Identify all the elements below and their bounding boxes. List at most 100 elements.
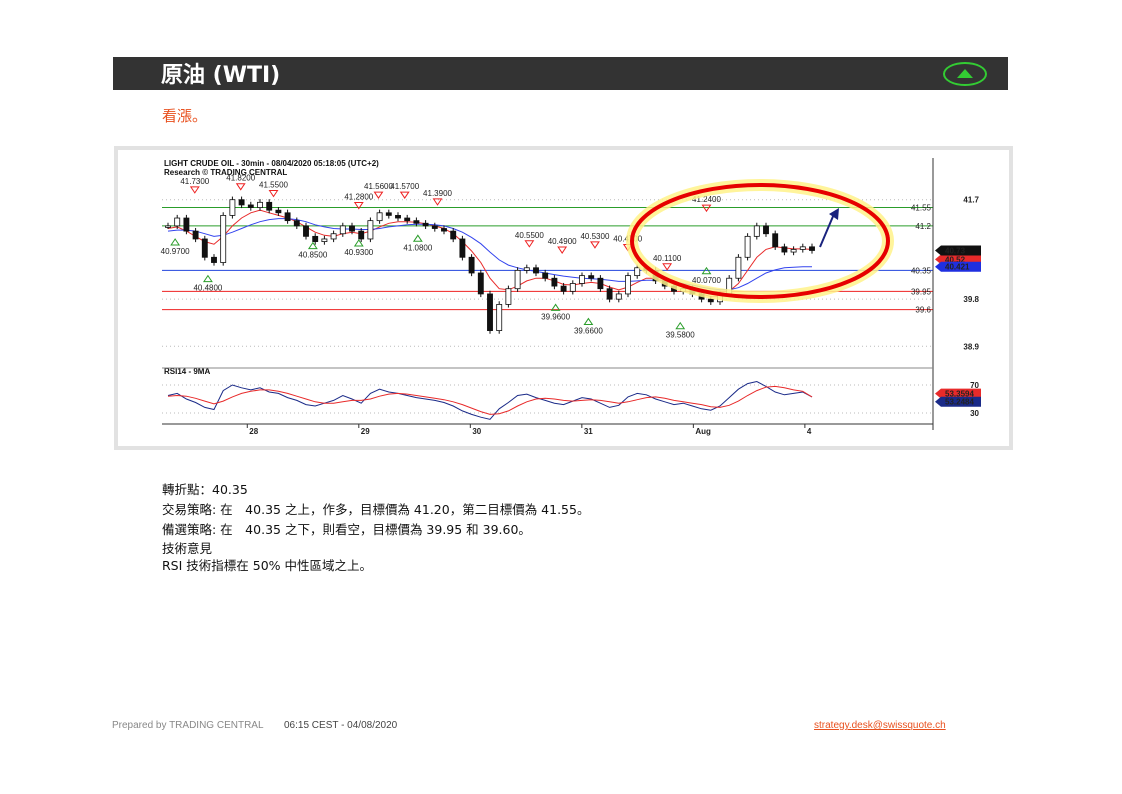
candle xyxy=(459,238,466,258)
candle xyxy=(487,293,493,331)
swing-low-label: 40.9300 xyxy=(344,248,373,257)
swing-low-label: 39.9600 xyxy=(541,312,570,321)
candle xyxy=(763,225,769,235)
level-label: 39.6 xyxy=(915,306,931,315)
candle xyxy=(413,220,420,224)
comment-title: 技術意見 xyxy=(162,541,213,556)
candle xyxy=(505,288,512,305)
x-tick-label: Aug xyxy=(695,427,711,436)
candle xyxy=(257,201,263,208)
page-title: 原油 (WTI) xyxy=(161,63,281,88)
candle xyxy=(615,293,622,300)
candle xyxy=(220,215,227,263)
candle xyxy=(349,225,355,232)
swing-low-label: 39.6600 xyxy=(574,327,603,336)
x-tick-label: 30 xyxy=(472,427,481,436)
candle xyxy=(625,275,631,295)
y-tick-label: 41.7 xyxy=(963,196,979,205)
level-label: 40.35 xyxy=(911,266,932,275)
candle xyxy=(790,249,797,253)
swing-low-label: 39.5800 xyxy=(666,331,695,340)
candle xyxy=(477,272,484,295)
candle xyxy=(330,233,337,240)
candle xyxy=(174,217,181,227)
candle xyxy=(634,267,641,277)
candle xyxy=(229,199,236,216)
candle xyxy=(753,225,760,237)
candle xyxy=(312,235,319,242)
footer-email-link[interactable]: strategy.desk@swissquote.ch xyxy=(814,720,946,731)
swing-high-label: 41.5600 xyxy=(364,182,393,191)
candle xyxy=(441,228,447,232)
candle xyxy=(496,304,503,331)
chart-title: LIGHT CRUDE OIL - 30min - 08/04/2020 05:… xyxy=(164,159,379,168)
candle xyxy=(588,275,595,279)
candle xyxy=(569,283,576,292)
candle xyxy=(514,269,521,290)
swing-high-label: 41.5700 xyxy=(390,182,419,191)
swing-high-label: 41.3900 xyxy=(423,189,452,198)
price-tag: 40.421 xyxy=(945,263,970,272)
candle xyxy=(606,288,613,300)
candle xyxy=(238,199,245,206)
footer-timestamp: 06:15 CEST - 04/08/2020 xyxy=(284,720,398,731)
pivot-text: 轉折點：40.35 xyxy=(162,482,248,497)
swing-high-label: 41.7300 xyxy=(180,177,209,186)
candle xyxy=(183,217,190,232)
candle xyxy=(431,225,438,229)
swing-high-label: 40.4900 xyxy=(548,237,577,246)
candle xyxy=(579,275,585,284)
trend-up-icon xyxy=(943,62,987,86)
comment-text: RSI 技術指標在 50% 中性區域之上。 xyxy=(162,558,373,573)
price-tag: 40.73 xyxy=(945,246,966,255)
swing-high-label: 40.5500 xyxy=(515,231,544,240)
header-bar: 原油 (WTI) xyxy=(113,57,1008,90)
swing-high-label: 40.5300 xyxy=(580,232,609,241)
candle xyxy=(385,212,392,216)
candle xyxy=(422,222,429,227)
candle xyxy=(201,238,208,258)
y-tick-label: 39.8 xyxy=(963,295,979,304)
candle xyxy=(781,246,788,253)
candle xyxy=(303,225,309,237)
candle xyxy=(165,225,171,228)
candle xyxy=(450,230,457,240)
x-tick-label: 29 xyxy=(361,427,370,436)
swing-low-label: 41.0800 xyxy=(403,243,432,252)
candle xyxy=(376,212,383,222)
candle xyxy=(551,277,558,287)
candle xyxy=(468,256,475,274)
candle xyxy=(367,220,374,240)
candle xyxy=(523,267,530,271)
footer-prepared-by: Prepared by TRADING CENTRAL xyxy=(112,720,264,731)
level-label: 41.2 xyxy=(915,222,931,231)
candle xyxy=(321,238,328,242)
candle xyxy=(799,246,806,250)
candle xyxy=(192,230,199,240)
candle xyxy=(533,267,539,274)
swing-high-label: 41.5500 xyxy=(259,181,288,190)
candle xyxy=(275,209,282,214)
candle xyxy=(211,256,217,263)
price-chart: LIGHT CRUDE OIL - 30min - 08/04/2020 05:… xyxy=(118,150,1009,446)
candle xyxy=(772,233,779,248)
x-tick-label: 4 xyxy=(807,427,812,436)
candle xyxy=(560,285,567,292)
candle xyxy=(339,225,346,235)
swing-high-label: 41.8200 xyxy=(226,174,255,183)
candle xyxy=(395,215,401,219)
swing-low-label: 40.0700 xyxy=(692,276,721,285)
candle xyxy=(744,235,751,258)
candle xyxy=(597,277,604,290)
x-tick-label: 31 xyxy=(584,427,593,436)
candle xyxy=(247,204,254,208)
candle xyxy=(284,212,291,222)
candle xyxy=(809,246,815,251)
candle xyxy=(358,230,365,240)
arrow-up-icon xyxy=(957,69,973,78)
strategy-text: 交易策略: 在 40.35 之上，作多，目標價為 41.20，第二目標價為 41… xyxy=(162,502,590,517)
candle xyxy=(542,272,549,279)
level-label: 39.95 xyxy=(911,287,932,296)
candle xyxy=(293,220,300,227)
candle xyxy=(707,298,714,303)
